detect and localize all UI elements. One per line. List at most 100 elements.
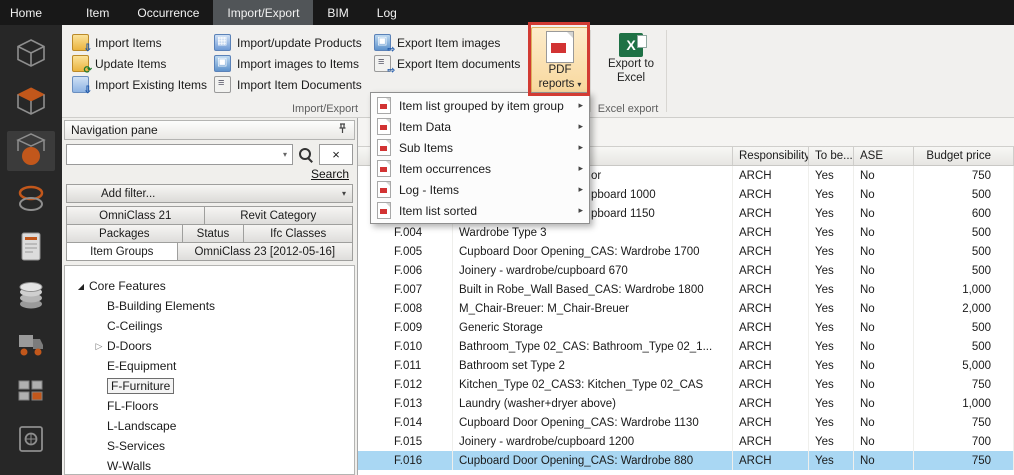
menu-tab-home[interactable]: Home — [0, 0, 56, 25]
search-combo[interactable]: ▾ — [66, 144, 293, 165]
pdf-menu-item-item-list-grouped-by-item-group[interactable]: Item list grouped by item group▸ — [373, 95, 587, 116]
pdf-menu-item-item-occurrences[interactable]: Item occurrences▸ — [373, 158, 587, 179]
update-items-button[interactable]: Update Items — [68, 53, 211, 74]
tree-item-e-equipment[interactable]: E-Equipment — [65, 356, 354, 376]
table-row-f-014[interactable]: F.014Cupboard Door Opening_CAS: Wardrobe… — [358, 413, 1014, 432]
table-row-f-004[interactable]: F.004Wardrobe Type 3ARCHYesNo500 — [358, 223, 1014, 242]
navigation-pane-header: Navigation pane — [64, 120, 355, 140]
menu-item-label: Sub Items — [399, 141, 570, 155]
pdf-reports-button[interactable]: PDF reports▾ — [531, 27, 589, 95]
import-update-products-button[interactable]: Import/update Products — [210, 32, 366, 53]
export-item-documents-button[interactable]: Export Item documents — [370, 53, 524, 74]
tab-packages[interactable]: Packages — [66, 224, 183, 243]
export-to-excel-button[interactable]: Export to Excel — [602, 28, 660, 94]
tab-status[interactable]: Status — [182, 224, 245, 243]
pdf-menu-item-item-list-sorted[interactable]: Item list sorted▸ — [373, 200, 587, 221]
pdf-menu-item-log-items[interactable]: Log - Items ▸ — [373, 179, 587, 200]
cell-name: Cupboard Door Opening_CAS: Wardrobe 880 — [453, 451, 733, 470]
tree-item-label: L-Landscape — [107, 419, 176, 433]
tree-item-w-walls[interactable]: W-Walls — [65, 456, 354, 475]
tab-revit-category[interactable]: Revit Category — [204, 206, 353, 225]
tab-item-groups[interactable]: Item Groups — [66, 242, 178, 261]
clear-search-button[interactable]: × — [319, 144, 353, 165]
cell-ase: No — [854, 261, 914, 280]
cell-price: 500 — [914, 337, 1014, 356]
sphere-module-icon[interactable] — [7, 131, 55, 171]
cell-price: 500 — [914, 261, 1014, 280]
search-input[interactable] — [67, 148, 278, 162]
table-row-f-012[interactable]: F.012Kitchen_Type 02_CAS3: Kitchen_Type … — [358, 375, 1014, 394]
pdf-menu-item-item-data[interactable]: Item Data▸ — [373, 116, 587, 137]
rings-icon[interactable] — [7, 179, 55, 219]
ribbon-export-column: Export Item images Export Item documents — [370, 32, 524, 74]
cell-name: Built in Robe_Wall Based_CAS: Wardrobe 1… — [453, 280, 733, 299]
column-header-responsibility[interactable]: Responsibility — [733, 147, 809, 165]
cell-tobe: Yes — [809, 242, 854, 261]
navigation-pane-title: Navigation pane — [71, 123, 158, 137]
tree-expander-icon[interactable]: ▷ — [91, 341, 107, 352]
safe-icon[interactable] — [7, 419, 55, 459]
column-header-ase[interactable]: ASE — [854, 147, 914, 165]
button-label: Import Existing Items — [95, 78, 207, 92]
tree-item-fl-floors[interactable]: FL-Floors — [65, 396, 354, 416]
table-row-f-006[interactable]: F.006Joinery - wardrobe/cupboard 670ARCH… — [358, 261, 1014, 280]
export-item-images-button[interactable]: Export Item images — [370, 32, 524, 53]
menu-item-label: Log - Items — [399, 183, 570, 197]
import-images-to-items-button[interactable]: Import images to Items — [210, 53, 366, 74]
menu-tab-log[interactable]: Log — [363, 0, 411, 25]
tab-omniclass-23[interactable]: OmniClass 23 [2012-05-16] — [177, 242, 353, 261]
menubar-tabs: Home ItemOccurrenceImport/ExportBIMLog — [0, 0, 1014, 25]
pdf-menu-item-sub-items[interactable]: Sub Items▸ — [373, 137, 587, 158]
cell-resp: ARCH — [733, 261, 809, 280]
import-items-button[interactable]: Import Items — [68, 32, 211, 53]
add-filter-dropdown[interactable]: Add filter... ▾ — [66, 184, 353, 203]
column-header-budget-price[interactable]: Budget price — [914, 147, 1014, 165]
grid-icon[interactable] — [7, 371, 55, 411]
table-row-f-016[interactable]: F.016Cupboard Door Opening_CAS: Wardrobe… — [358, 451, 1014, 470]
table-row-f-009[interactable]: F.009Generic StorageARCHYesNo500 — [358, 318, 1014, 337]
tab-omniclass-21[interactable]: OmniClass 21 — [66, 206, 205, 225]
search-dropdown-chevron-icon[interactable]: ▾ — [278, 150, 292, 159]
tree-item-l-landscape[interactable]: L-Landscape — [65, 416, 354, 436]
tree-item-core-features[interactable]: ◢Core Features — [65, 276, 354, 296]
search-link[interactable]: Search — [311, 167, 349, 181]
table-row-f-010[interactable]: F.010Bathroom_Type 02_CAS: Bathroom_Type… — [358, 337, 1014, 356]
tree-item-f-furniture[interactable]: F-Furniture — [65, 376, 354, 396]
table-row-f-015[interactable]: F.015Joinery - wardrobe/cupboard 1200ARC… — [358, 432, 1014, 451]
table-row-f-008[interactable]: F.008M_Chair-Breuer: M_Chair-BreuerARCHY… — [358, 299, 1014, 318]
forklift-icon[interactable] — [7, 323, 55, 363]
submenu-arrow-icon: ▸ — [578, 184, 583, 195]
coins-icon[interactable] — [7, 275, 55, 315]
cell-name: Cupboard Door Opening_CAS: Wardrobe 1130 — [453, 413, 733, 432]
cube-wire-icon[interactable] — [7, 35, 55, 75]
menu-tab-import-export[interactable]: Import/Export — [213, 0, 313, 25]
table-row-f-007[interactable]: F.007Built in Robe_Wall Based_CAS: Wardr… — [358, 280, 1014, 299]
tree-item-c-ceilings[interactable]: C-Ceilings — [65, 316, 354, 336]
pin-icon[interactable] — [337, 123, 348, 137]
search-magnifier-icon[interactable] — [298, 147, 314, 163]
tree-item-b-building-elements[interactable]: B-Building Elements — [65, 296, 354, 316]
card-icon[interactable] — [7, 227, 55, 267]
tree-item-d-doors[interactable]: ▷D-Doors — [65, 336, 354, 356]
cell-tobe: Yes — [809, 413, 854, 432]
add-filter-label: Add filter... — [101, 188, 155, 200]
tab-row: Packages Status Ifc Classes — [66, 224, 353, 243]
import-item-documents-button[interactable]: Import Item Documents — [210, 74, 366, 95]
cell-resp: ARCH — [733, 242, 809, 261]
tree-expander-icon[interactable]: ◢ — [73, 282, 89, 291]
cell-id: F.004 — [358, 223, 453, 242]
table-row-f-013[interactable]: F.013Laundry (washer+dryer above)ARCHYes… — [358, 394, 1014, 413]
cell-ase: No — [854, 185, 914, 204]
menu-tab-bim[interactable]: BIM — [313, 0, 362, 25]
menu-tab-occurrence[interactable]: Occurrence — [123, 0, 213, 25]
table-row-f-011[interactable]: F.011Bathroom set Type 2ARCHYesNo5,000 — [358, 356, 1014, 375]
menu-tab-item[interactable]: Item — [72, 0, 123, 25]
column-header-to-be[interactable]: To be... — [809, 147, 854, 165]
tree-item-label: F-Furniture — [107, 378, 174, 394]
cube-top-icon[interactable] — [7, 83, 55, 123]
import-existing-items-button[interactable]: Import Existing Items — [68, 74, 211, 95]
table-row-f-005[interactable]: F.005Cupboard Door Opening_CAS: Wardrobe… — [358, 242, 1014, 261]
tab-ifc-classes[interactable]: Ifc Classes — [243, 224, 353, 243]
cell-id: F.007 — [358, 280, 453, 299]
tree-item-s-services[interactable]: S-Services — [65, 436, 354, 456]
